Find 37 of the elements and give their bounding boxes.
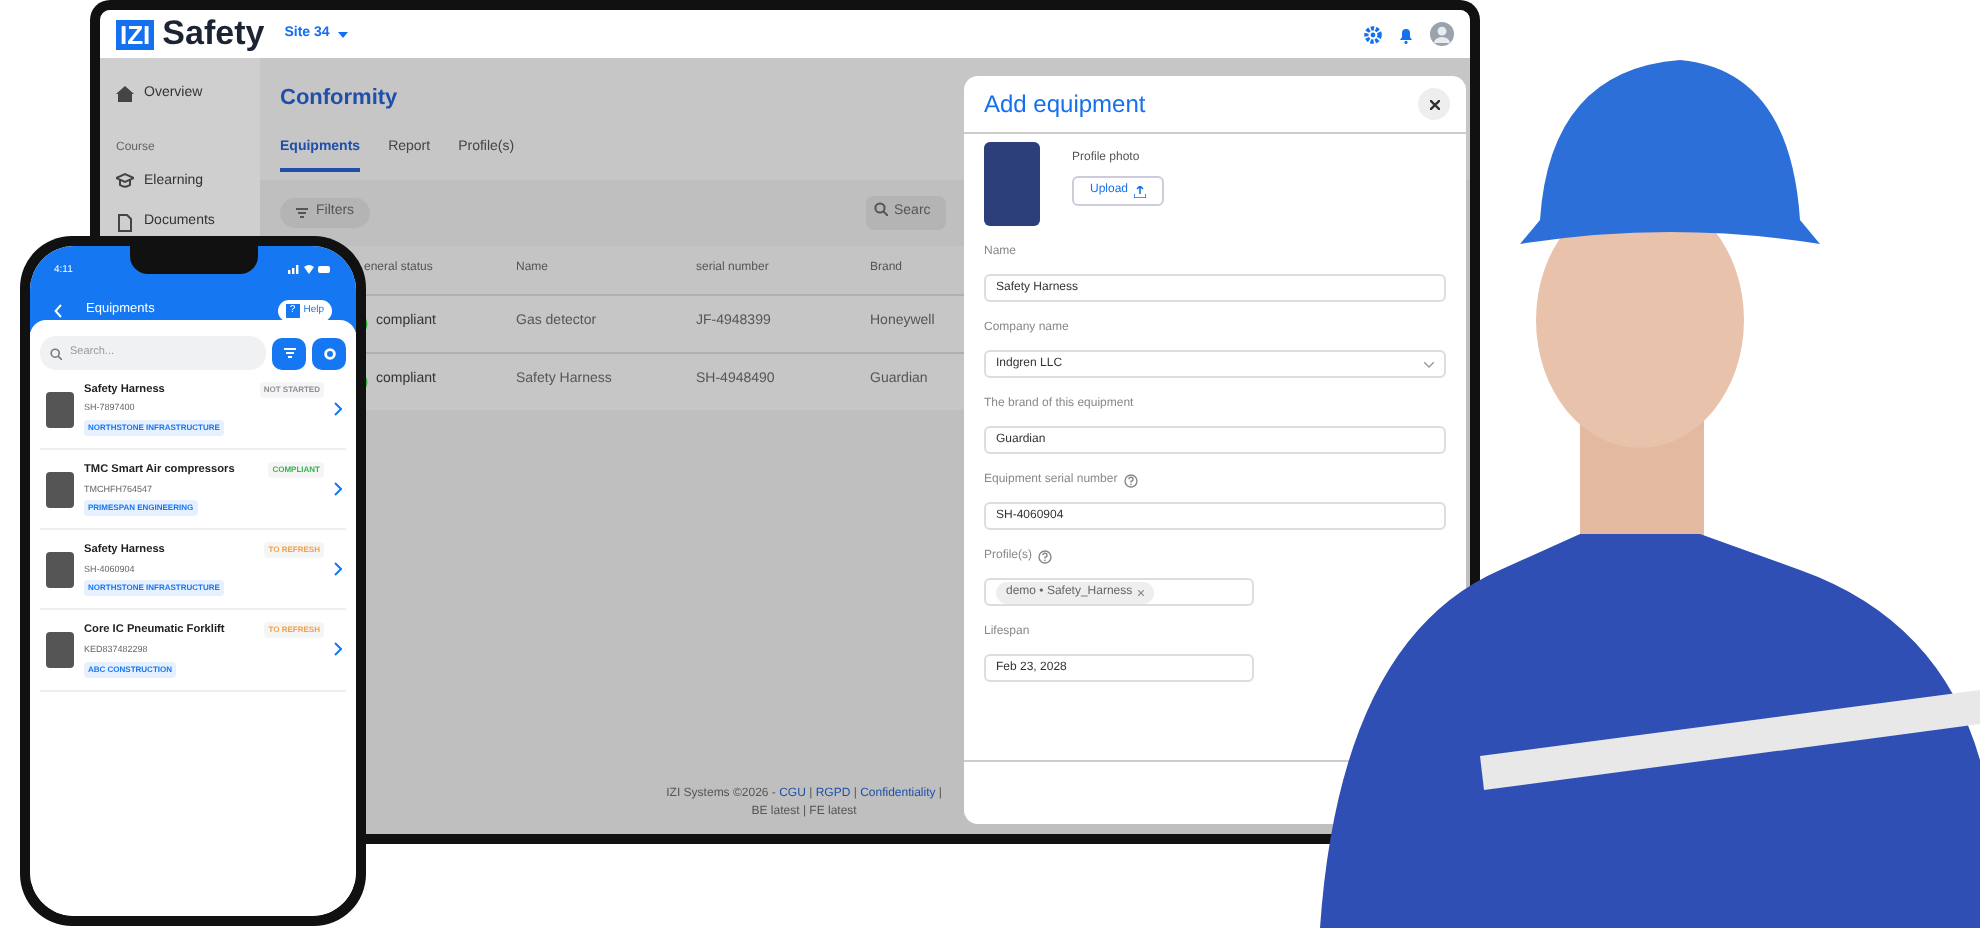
chevron-icon xyxy=(334,402,342,417)
upload-icon xyxy=(1134,185,1147,197)
close-button[interactable] xyxy=(1418,88,1450,120)
filter-icon xyxy=(283,348,295,358)
search-icon xyxy=(874,202,888,216)
photo-placeholder xyxy=(46,631,74,668)
chevron-icon xyxy=(1424,361,1434,367)
search-icon xyxy=(50,347,62,359)
remove-icon[interactable] xyxy=(1138,589,1145,595)
photo-placeholder xyxy=(46,471,74,508)
chevron-icon xyxy=(334,482,342,497)
settings-icon xyxy=(323,347,335,359)
filter-icon xyxy=(296,207,308,218)
chevron-icon xyxy=(334,562,342,577)
help-icon xyxy=(1038,550,1053,564)
logo-mark: IZI xyxy=(116,19,155,49)
dialog-title: Add equipment xyxy=(984,88,1146,122)
help-icon xyxy=(1123,474,1138,488)
graduation-cap-icon xyxy=(116,172,134,191)
settings-button[interactable] xyxy=(312,337,346,369)
home-icon xyxy=(116,85,134,104)
photo-placeholder xyxy=(984,142,1040,226)
photo-placeholder xyxy=(46,551,74,588)
filter-button[interactable] xyxy=(272,337,306,369)
chevron-icon xyxy=(334,642,342,657)
settings-icon[interactable] xyxy=(1364,25,1382,43)
page-title: Conformity xyxy=(278,84,400,114)
caret-icon xyxy=(337,31,348,37)
photo-placeholder xyxy=(46,391,74,428)
close-icon xyxy=(1429,99,1439,109)
back-icon[interactable] xyxy=(54,303,62,318)
bell-icon[interactable] xyxy=(1398,25,1414,43)
status-icons-drawing xyxy=(288,264,332,274)
avatar-icon[interactable] xyxy=(1430,22,1454,46)
phone-notch xyxy=(129,246,257,274)
document-icon xyxy=(116,213,134,232)
logo-text: Safety xyxy=(162,12,265,57)
